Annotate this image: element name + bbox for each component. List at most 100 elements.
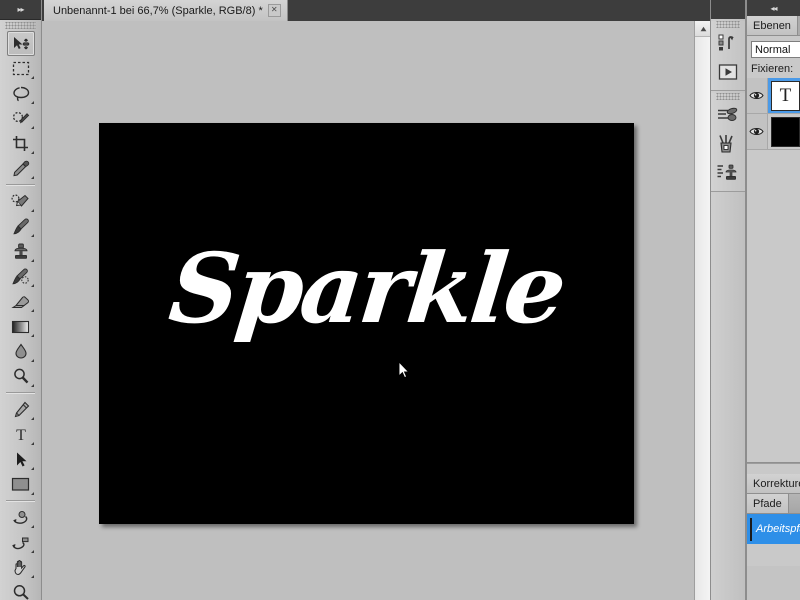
flyout-indicator-icon [30,76,34,79]
history-panel-icon[interactable] [713,29,743,57]
flyout-indicator-icon [30,525,34,528]
tool-rotate-3d-camera[interactable] [7,530,35,555]
tool-rotate-3d-object[interactable] [7,505,35,530]
flyout-indicator-icon [30,234,34,237]
flyout-indicator-icon [30,176,34,179]
adjustments-panel-tabrow: Korrekturen [747,474,800,494]
close-icon[interactable]: ✕ [267,4,281,17]
document-tab[interactable]: Unbenannt-1 bei 66,7% (Sparkle, RGB/8) *… [44,0,288,21]
tool-crop[interactable] [7,131,35,156]
layer-row-text[interactable]: T [747,78,800,114]
tool-quick-selection[interactable] [7,106,35,131]
tool-history-brush[interactable] [7,264,35,289]
paths-panel-tabrow: Pfade [747,494,800,514]
tool-rectangle-shape[interactable] [7,472,35,497]
layer-row-background[interactable] [747,114,800,150]
toolbar-separator-1 [6,184,35,186]
tool-group-selection [0,30,41,182]
tool-group-vector: T [0,396,41,498]
image-canvas[interactable]: Sparkle [99,123,634,524]
tool-rectangular-marquee[interactable] [7,56,35,81]
path-name-label: Arbeitspfad [756,523,800,535]
flyout-indicator-icon [30,417,34,420]
tab-korrekturen[interactable]: Korrekturen [747,474,800,493]
tab-pfade[interactable]: Pfade [747,494,789,513]
icon-dock-drag-handle-2[interactable] [716,93,740,100]
tab-pfade-label: Pfade [753,497,782,510]
icon-dock-drag-handle-1[interactable] [716,21,740,28]
toolbar-drag-handle[interactable] [5,22,36,29]
toolbar-separator-2 [6,392,35,394]
tool-dodge[interactable] [7,364,35,389]
tool-zoom[interactable] [7,580,35,600]
document-area: Unbenannt-1 bei 66,7% (Sparkle, RGB/8) *… [42,0,711,600]
flyout-indicator-icon [30,550,34,553]
lock-label: Fixieren: [751,63,794,75]
lock-row: Fixieren: [747,61,800,78]
panel-collapse-button[interactable]: ◂◂ [747,0,800,16]
tool-path-selection[interactable] [7,447,35,472]
canvas-viewport[interactable]: Sparkle [42,21,694,600]
collapse-left-icon: ◂◂ [770,3,777,13]
flyout-indicator-icon [30,209,34,212]
paths-panel-empty-area [747,544,800,566]
layer-visibility-toggle-text[interactable] [747,78,768,113]
flyout-indicator-icon [30,151,34,154]
panel-dock: ◂◂ Ebenen Normal Fixieren: T Korrektur P… [746,0,800,600]
flyout-indicator-icon [30,334,34,337]
icon-dock-header [711,0,745,19]
eye-icon [749,128,765,135]
toolbar-separator-3 [6,500,35,502]
tool-eraser[interactable] [7,289,35,314]
tool-pen[interactable] [7,397,35,422]
flyout-indicator-icon [30,467,34,470]
icon-dock-group-1 [711,21,745,91]
tool-brush[interactable] [7,214,35,239]
tool-group-navigation [0,504,41,600]
flyout-indicator-icon [30,309,34,312]
flyout-indicator-icon [30,101,34,104]
layer-thumbnail-text[interactable]: T [770,80,800,111]
layers-panel-tabrow: Ebenen [747,16,800,36]
tab-ebenen[interactable]: Ebenen [747,16,798,35]
adjustments-panel-spacer [747,463,800,474]
tool-hand[interactable] [7,555,35,580]
tool-spot-healing-brush[interactable] [7,189,35,214]
paths-panel-tabrow-filler [788,494,800,513]
flyout-indicator-icon [30,575,34,578]
tool-blur[interactable] [7,339,35,364]
scroll-up-arrow-icon[interactable] [695,21,711,37]
tab-korrekturen-label: Korrekturen [753,477,800,490]
tool-move[interactable] [6,31,35,56]
actions-panel-icon[interactable] [713,58,743,86]
path-thumbnail[interactable]: Sparkle [750,517,752,541]
tool-clone-stamp[interactable] [7,239,35,264]
tool-type[interactable]: T [7,422,35,447]
clone-source-panel-icon[interactable] [713,159,743,187]
tool-gradient[interactable] [7,314,35,339]
collapsed-panel-icon-dock [710,0,746,600]
layer-visibility-toggle-background[interactable] [747,114,768,149]
blend-mode-value: Normal [755,43,791,56]
tools-panel: ▸▸ T [0,0,42,600]
paths-panel-body: Sparkle Arbeitspfad [747,514,800,566]
tool-eyedropper[interactable] [7,156,35,181]
document-tab-title: Unbenannt-1 bei 66,7% (Sparkle, RGB/8) * [53,4,263,17]
svg-text:T: T [16,427,26,443]
path-thumbnail-text: Sparkle [750,522,752,536]
tool-group-retouch [0,188,41,390]
tool-lasso[interactable] [7,81,35,106]
blend-mode-row: Normal [747,39,800,61]
eye-icon [749,92,765,99]
toolbar-collapse-button[interactable]: ▸▸ [0,0,41,20]
brushes-panel-icon[interactable] [713,130,743,158]
layer-list: T [747,78,800,150]
flyout-indicator-icon [30,126,34,129]
path-row-work-path[interactable]: Sparkle Arbeitspfad [747,514,800,544]
tool-presets-panel-icon[interactable] [713,101,743,129]
layer-list-empty-area [747,150,800,462]
blend-mode-select[interactable]: Normal [751,41,800,58]
canvas-vertical-scrollbar[interactable] [694,21,711,600]
layer-thumbnail-background[interactable] [770,116,800,147]
flyout-indicator-icon [30,284,34,287]
